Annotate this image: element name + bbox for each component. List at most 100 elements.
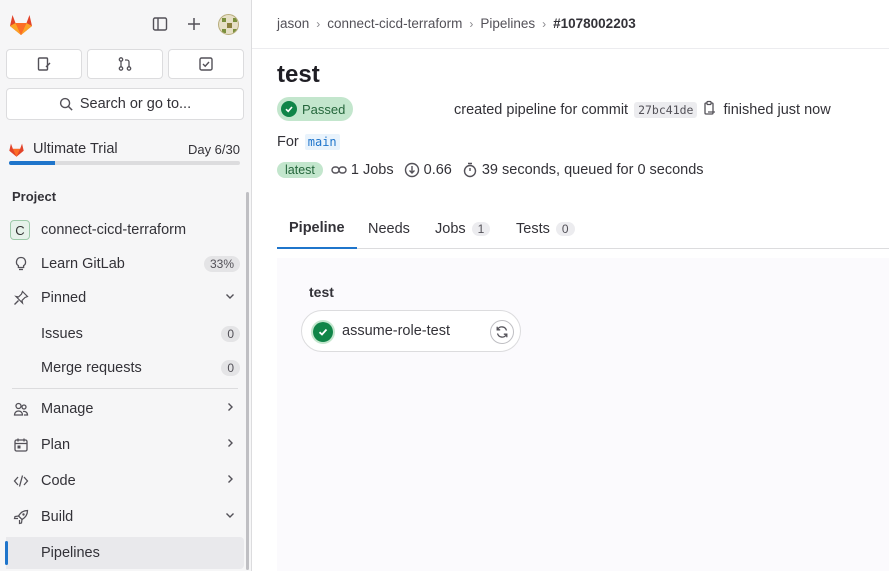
- pipeline-meta: latest 1 Jobs 0.66 39 seconds, queued fo…: [277, 162, 708, 178]
- lightbulb-icon: [12, 255, 30, 273]
- sidebar-item-label: Pinned: [41, 290, 87, 306]
- tab-label: Pipeline: [289, 220, 345, 236]
- job-name: assume-role-test: [342, 323, 450, 339]
- sidebar-item-pipelines[interactable]: Pipelines: [5, 537, 244, 569]
- sidebar-item-build[interactable]: Build: [6, 501, 244, 533]
- sidebar-nav: Project C connect-cicd-terraform Learn G…: [0, 180, 251, 571]
- pipeline-tabs: Pipeline Needs Jobs 1 Tests 0: [277, 209, 889, 249]
- commit-info: created pipeline for commit 27bc41de fin…: [454, 100, 831, 120]
- sidebar-item-plan[interactable]: Plan: [6, 429, 244, 461]
- chevron-right-icon: [224, 401, 236, 417]
- tab-label: Needs: [368, 221, 410, 237]
- page-title: test: [277, 61, 320, 88]
- avatar[interactable]: [218, 14, 239, 35]
- status-label: Passed: [302, 101, 346, 117]
- thumbtack-icon: [12, 289, 30, 307]
- active-indicator: [5, 541, 8, 565]
- trial-progress: [9, 161, 240, 165]
- trial-label: Ultimate Trial: [33, 141, 118, 157]
- todo-icon: [199, 57, 213, 71]
- jobs-count-label: 1 Jobs: [350, 162, 394, 178]
- chevron-right-icon: ›: [469, 16, 474, 31]
- job-item[interactable]: assume-role-test: [301, 310, 521, 352]
- branch-info: For main: [277, 134, 340, 150]
- check-circle-icon: [281, 101, 297, 117]
- sidebar-item-label: Plan: [41, 437, 71, 453]
- tab-needs[interactable]: Needs: [356, 209, 422, 249]
- sidebar-item-manage[interactable]: Manage: [6, 393, 244, 425]
- sidebar-item-label: Code: [41, 473, 76, 489]
- sidebar-item-label: Build: [41, 509, 74, 525]
- chevron-down-icon: [224, 509, 236, 525]
- sidebar-item-label: Pipelines: [41, 545, 100, 561]
- quick-actions: [6, 49, 244, 79]
- search-button[interactable]: Search or go to...: [6, 88, 244, 120]
- sidebar-item-label: Merge requests: [41, 360, 142, 376]
- sidebar-item-label: Learn GitLab: [41, 256, 125, 272]
- header-divider: [252, 48, 889, 49]
- jobs-count: 1 Jobs: [331, 162, 394, 178]
- sidebar-item-issues[interactable]: Issues 0: [6, 318, 244, 350]
- search-icon: [59, 97, 73, 111]
- status-badge[interactable]: Passed: [277, 97, 354, 121]
- todo-list-button[interactable]: [168, 49, 244, 79]
- download-circle-icon: [404, 162, 419, 178]
- breadcrumb-item[interactable]: connect-cicd-terraform: [327, 16, 462, 31]
- coverage-value: 0.66: [423, 162, 452, 178]
- merge-request-icon: [118, 57, 132, 71]
- duration-value: 39 seconds, queued for 0 seconds: [481, 162, 704, 178]
- branch-link[interactable]: main: [304, 134, 340, 150]
- tab-tests[interactable]: Tests 0: [504, 209, 587, 249]
- merge-requests-button[interactable]: [87, 49, 163, 79]
- sidebar-item-code[interactable]: Code: [6, 465, 244, 497]
- link-icon: [331, 166, 347, 174]
- project-avatar: C: [10, 220, 30, 240]
- sidebar-scrollbar[interactable]: [246, 192, 249, 570]
- breadcrumb-item[interactable]: Pipelines: [480, 16, 535, 31]
- users-icon: [12, 400, 30, 418]
- gitlab-tanuki-icon: [9, 143, 24, 157]
- sidebar-item-learn-gitlab[interactable]: Learn GitLab 33%: [6, 248, 244, 280]
- trial-progress-fill: [9, 161, 56, 165]
- tab-label: Jobs: [435, 221, 466, 237]
- chevron-right-icon: [224, 473, 236, 489]
- breadcrumb-current[interactable]: #1078002203: [553, 16, 636, 31]
- issues-icon: [37, 57, 51, 71]
- assigned-issues-button[interactable]: [6, 49, 82, 79]
- tab-pipeline[interactable]: Pipeline: [277, 209, 357, 249]
- section-title: Project: [12, 189, 57, 204]
- stopwatch-icon: [463, 162, 477, 178]
- retry-icon[interactable]: [490, 320, 514, 344]
- issues-count-badge: 0: [221, 326, 240, 342]
- project-name: connect-cicd-terraform: [41, 222, 187, 238]
- chevron-right-icon: [224, 437, 236, 453]
- rocket-icon: [12, 508, 30, 526]
- latest-badge: latest: [277, 162, 323, 178]
- chevron-down-icon: [224, 290, 236, 306]
- sidebar-item-merge-requests[interactable]: Merge requests 0: [6, 352, 244, 384]
- breadcrumb: jason › connect-cicd-terraform › Pipelin…: [277, 16, 636, 31]
- sidebar-header: [0, 0, 251, 48]
- sidebar-item-pinned[interactable]: Pinned: [6, 282, 244, 314]
- gitlab-logo-icon[interactable]: [8, 11, 34, 37]
- coverage: 0.66: [404, 162, 452, 178]
- commit-sha[interactable]: 27bc41de: [634, 102, 698, 118]
- search-label: Search or go to...: [79, 96, 192, 112]
- plus-icon[interactable]: [183, 13, 205, 35]
- tests-count-badge: 0: [555, 222, 575, 236]
- sidebar-item-project[interactable]: C connect-cicd-terraform: [6, 214, 244, 246]
- breadcrumb-item[interactable]: jason: [277, 16, 309, 31]
- sidebar: Search or go to... Ultimate Trial Day 6/…: [0, 0, 252, 571]
- sidebar-item-label: Issues: [41, 326, 83, 342]
- toggle-sidebar-icon[interactable]: [149, 13, 171, 35]
- trial-widget[interactable]: Ultimate Trial Day 6/30: [8, 140, 240, 166]
- code-icon: [12, 472, 30, 490]
- copy-icon[interactable]: [703, 100, 717, 120]
- check-circle-icon: [313, 322, 333, 342]
- main-content: jason › connect-cicd-terraform › Pipelin…: [252, 0, 889, 571]
- finished-text: finished just now: [723, 102, 831, 118]
- duration: 39 seconds, queued for 0 seconds: [462, 162, 704, 178]
- stage-title: test: [309, 284, 334, 300]
- chevron-right-icon: ›: [542, 16, 547, 31]
- tab-jobs[interactable]: Jobs 1: [423, 209, 502, 249]
